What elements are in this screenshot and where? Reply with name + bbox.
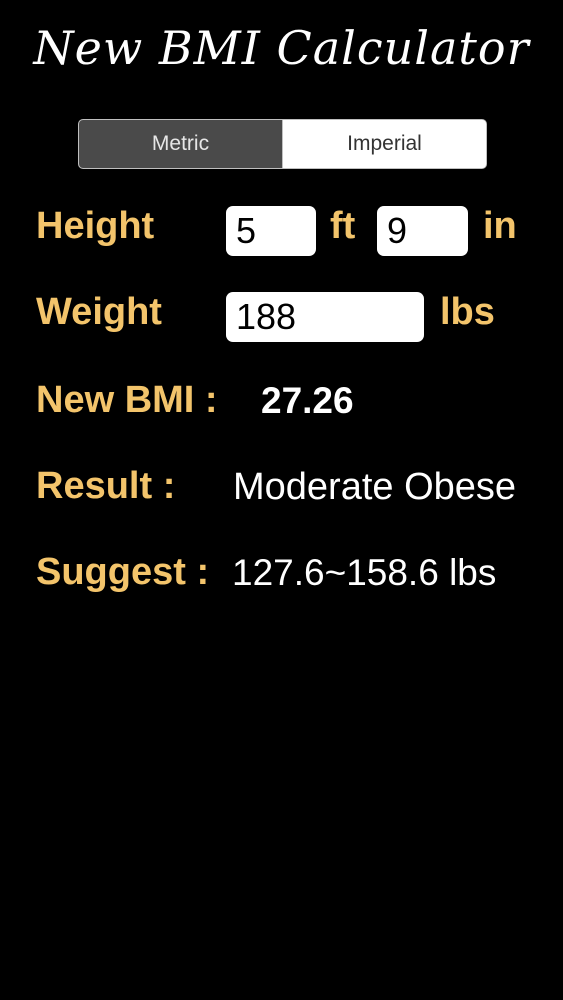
- result-value: Moderate Obese: [233, 466, 517, 508]
- weight-label: Weight: [36, 291, 162, 333]
- segment-imperial[interactable]: Imperial: [283, 120, 486, 168]
- app-title: New BMI Calculator: [33, 21, 530, 75]
- suggest-value: 127.6~158.6 lbs: [232, 552, 497, 593]
- unit-segmented-control[interactable]: Metric Imperial: [78, 119, 487, 169]
- height-feet-unit: ft: [330, 205, 356, 247]
- weight-field[interactable]: 188: [226, 292, 424, 342]
- height-feet-field[interactable]: 5: [226, 206, 316, 256]
- suggest-label: Suggest :: [36, 551, 210, 593]
- height-inches-unit: in: [483, 205, 517, 247]
- height-inches-field[interactable]: 9: [377, 206, 468, 256]
- bmi-value: 27.26: [261, 380, 354, 421]
- segment-metric[interactable]: Metric: [79, 120, 283, 168]
- height-label: Height: [36, 205, 155, 247]
- result-label: Result :: [36, 465, 176, 507]
- weight-unit: lbs: [440, 291, 495, 333]
- bmi-label: New BMI :: [36, 379, 218, 421]
